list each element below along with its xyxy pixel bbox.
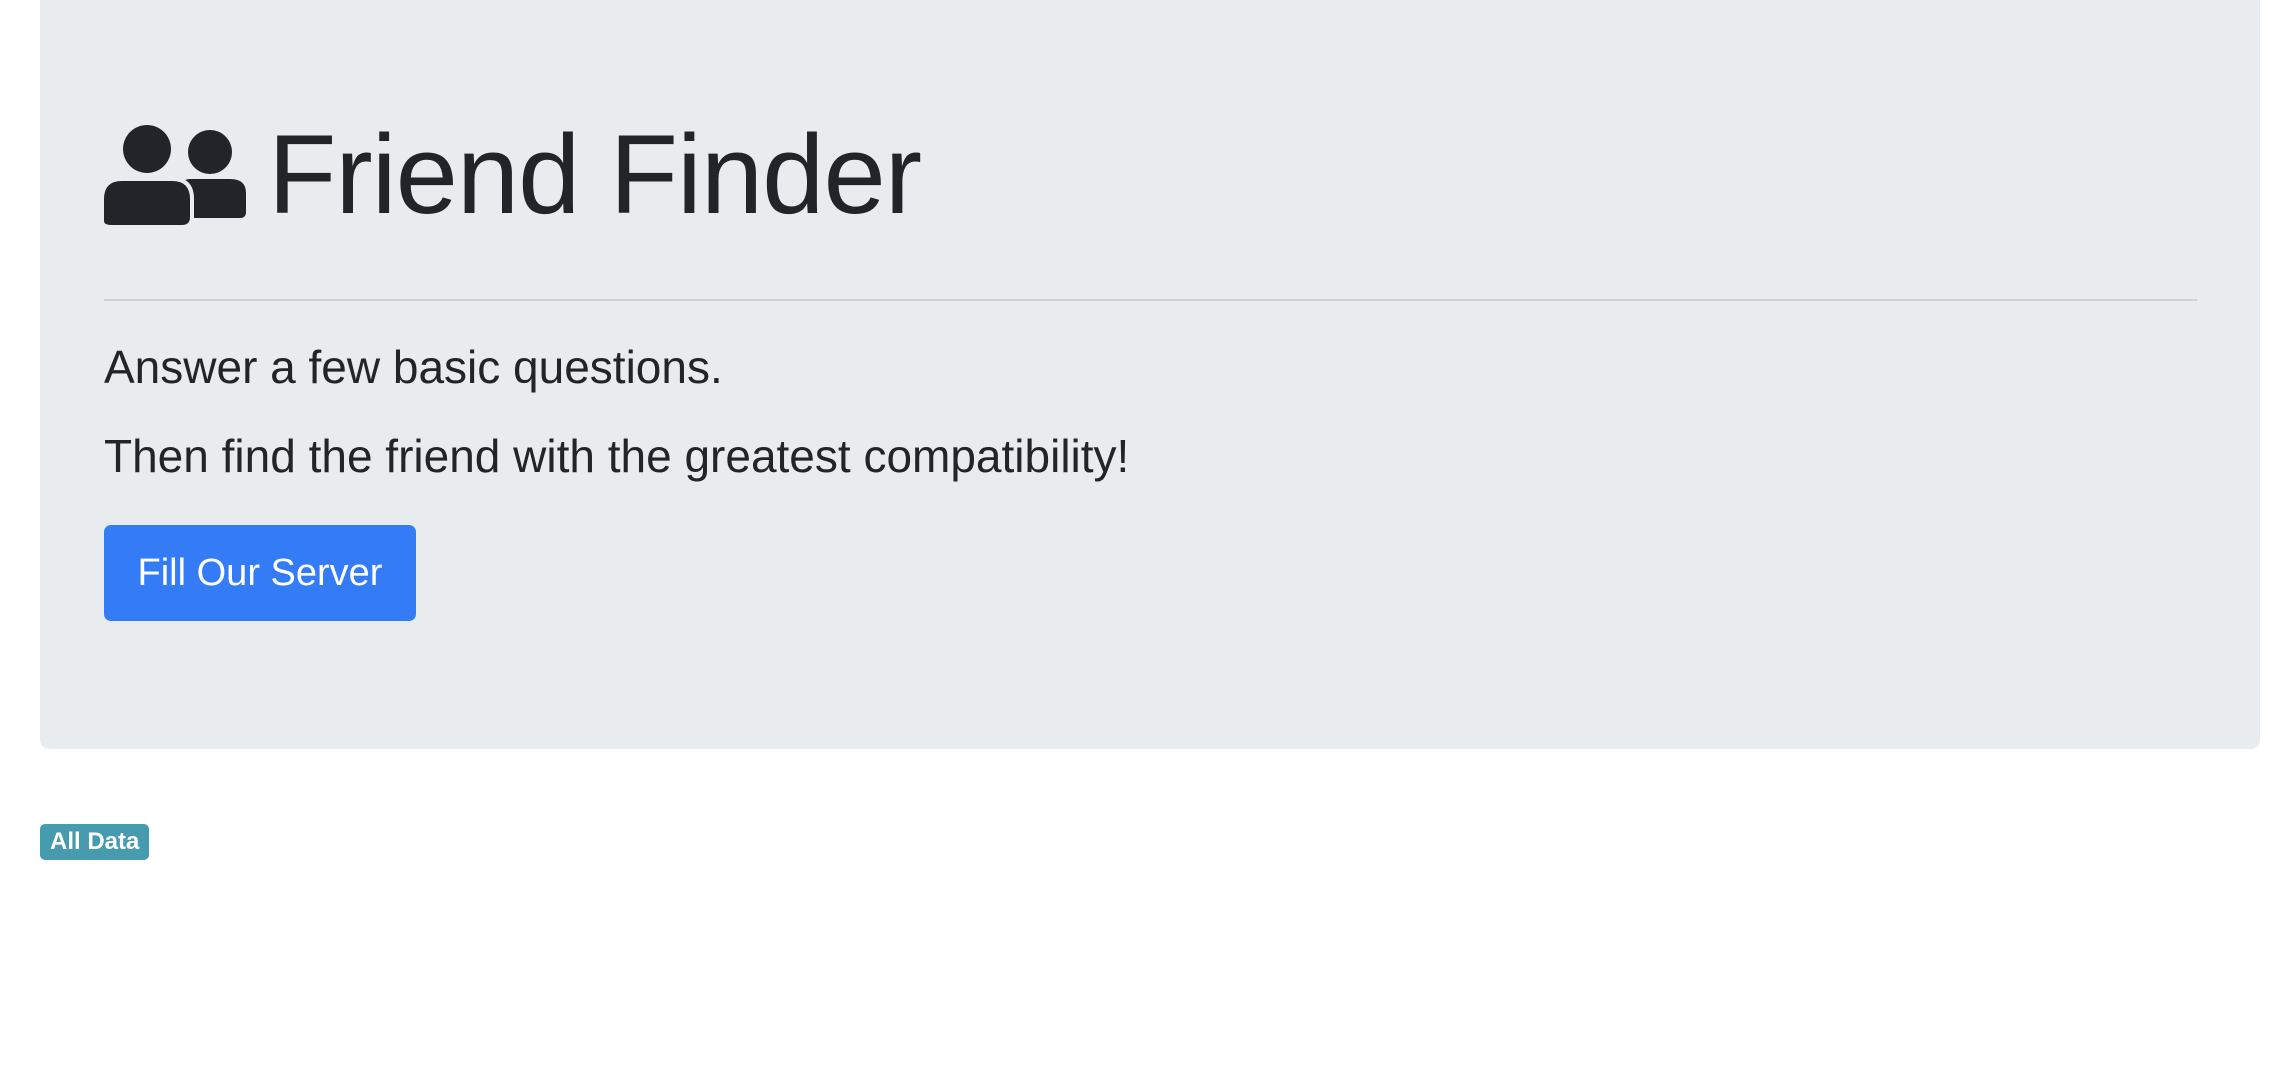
- lead-text-compatibility: Then find the friend with the greatest c…: [104, 430, 1130, 482]
- page-title-row: Friend Finder: [104, 112, 922, 237]
- lead-text-instructions: Answer a few basic questions.: [104, 341, 723, 393]
- fill-our-server-button[interactable]: Fill Our Server: [104, 525, 416, 621]
- divider: [104, 299, 2197, 301]
- all-data-badge[interactable]: All Data: [40, 824, 150, 860]
- jumbotron: Friend Finder Answer a few basic questio…: [40, 0, 2260, 749]
- users-icon: [104, 125, 246, 225]
- page-title: Friend Finder: [268, 112, 922, 237]
